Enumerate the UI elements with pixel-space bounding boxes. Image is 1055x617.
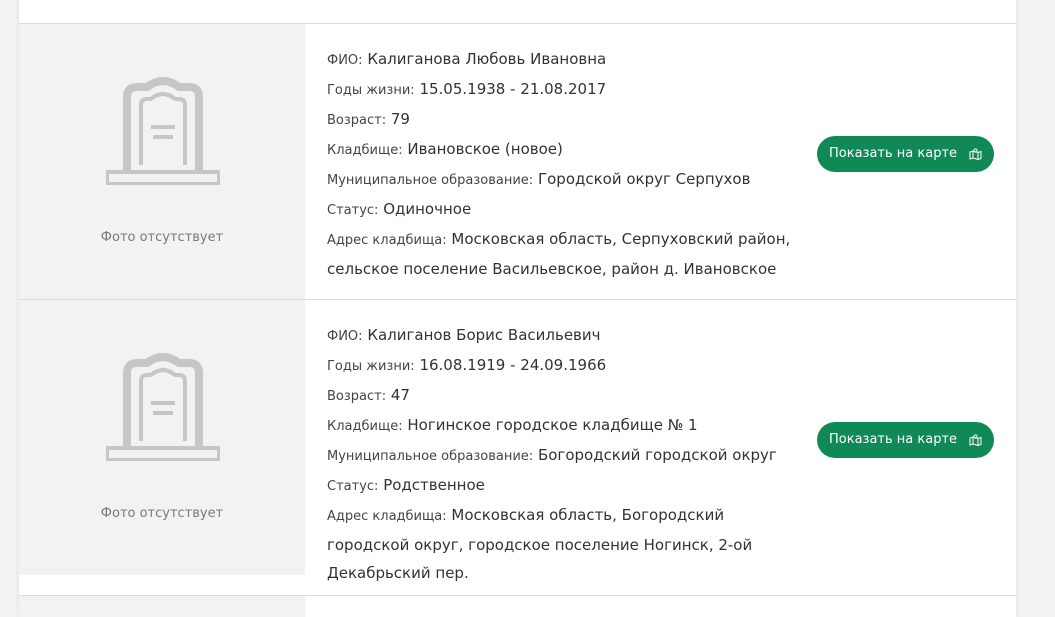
- cemetery-row: Кладбище: Ногинское городское кладбище №…: [327, 411, 787, 441]
- address-value-cont: городской округ, городское поселение Ног…: [327, 536, 753, 554]
- fio-value: Калиганова Любовь Ивановна: [367, 50, 607, 68]
- municipality-label: Муниципальное образование:: [327, 449, 534, 464]
- fio-label: ФИО:: [327, 53, 363, 68]
- status-row: Статус: Одиночное: [327, 195, 787, 225]
- years-label: Годы жизни:: [327, 83, 415, 98]
- years-value: 16.08.1919 - 24.09.1966: [419, 356, 607, 374]
- municipality-row: Муниципальное образование: Богородский г…: [327, 441, 787, 471]
- status-label: Статус:: [327, 479, 379, 494]
- map-icon: [969, 148, 982, 160]
- cemetery-row: Кладбище: Ивановское (новое): [327, 135, 787, 165]
- fio-row: ФИО: Калиганова Любовь Ивановна: [327, 45, 787, 75]
- address-label: Адрес кладбища:: [327, 233, 447, 248]
- cemetery-value: Ногинское городское кладбище № 1: [407, 416, 698, 434]
- no-photo-label: Фото отсутствует: [100, 230, 224, 245]
- years-value: 15.05.1938 - 21.08.2017: [419, 80, 607, 98]
- tombstone-icon: [106, 353, 220, 461]
- fio-label: ФИО:: [327, 329, 363, 344]
- address-row-cont: городской округ, городское поселение Ног…: [327, 531, 787, 559]
- municipality-row: Муниципальное образование: Городской окр…: [327, 165, 787, 195]
- show-on-map-label: Показать на карте: [829, 432, 958, 447]
- status-label: Статус:: [327, 203, 379, 218]
- photo-placeholder: Фото отсутствует: [19, 24, 305, 299]
- cemetery-label: Кладбище:: [327, 143, 403, 158]
- cemetery-value: Ивановское (новое): [407, 140, 563, 158]
- age-row: Возраст: 47: [327, 381, 787, 411]
- age-label: Возраст:: [327, 389, 387, 404]
- no-photo-label: Фото отсутствует: [100, 506, 224, 521]
- map-icon: [969, 434, 982, 446]
- record-info: ФИО: Калиганов Борис Васильевич Годы жиз…: [327, 321, 787, 587]
- address-value-cont: сельское поселение Васильевское, район д…: [327, 260, 777, 278]
- municipality-label: Муниципальное образование:: [327, 173, 534, 188]
- age-row: Возраст: 79: [327, 105, 787, 135]
- address-value: Московская область, Богородский: [451, 506, 725, 524]
- age-label: Возраст:: [327, 113, 387, 128]
- tombstone-icon: [106, 77, 220, 185]
- cemetery-label: Кладбище:: [327, 419, 403, 434]
- address-row: Адрес кладбища: Московская область, Серп…: [327, 225, 791, 255]
- age-value: 79: [390, 110, 410, 128]
- record-info: ФИО: Калиганова Любовь Ивановна Годы жиз…: [327, 45, 791, 283]
- address-row: Адрес кладбища: Московская область, Бого…: [327, 501, 787, 531]
- address-label: Адрес кладбища:: [327, 509, 447, 524]
- fio-row: ФИО: Калиганов Борис Васильевич: [327, 321, 787, 351]
- status-value: Родственное: [383, 476, 485, 494]
- address-row-cont: Декабрьский пер.: [327, 559, 787, 587]
- years-label: Годы жизни:: [327, 359, 415, 374]
- show-on-map-label: Показать на карте: [829, 146, 958, 161]
- municipality-value: Богородский городской округ: [537, 446, 777, 464]
- address-value: Московская область, Серпуховский район,: [451, 230, 791, 248]
- address-value-cont: Декабрьский пер.: [327, 564, 469, 582]
- years-row: Годы жизни: 15.05.1938 - 21.08.2017: [327, 75, 787, 105]
- photo-placeholder: Фото отсутствует: [19, 300, 305, 575]
- address-row-cont: сельское поселение Васильевское, район д…: [327, 255, 787, 283]
- years-row: Годы жизни: 16.08.1919 - 24.09.1966: [327, 351, 787, 381]
- show-on-map-button[interactable]: Показать на карте: [817, 422, 994, 458]
- status-value: Одиночное: [383, 200, 472, 218]
- municipality-value: Городской округ Серпухов: [537, 170, 751, 188]
- age-value: 47: [390, 386, 410, 404]
- results-list: Фото отсутствует ФИО: Калиганова Любовь …: [19, 0, 1016, 617]
- photo-placeholder: [19, 596, 305, 617]
- show-on-map-button[interactable]: Показать на карте: [817, 136, 994, 172]
- status-row: Статус: Родственное: [327, 471, 787, 501]
- fio-value: Калиганов Борис Васильевич: [367, 326, 601, 344]
